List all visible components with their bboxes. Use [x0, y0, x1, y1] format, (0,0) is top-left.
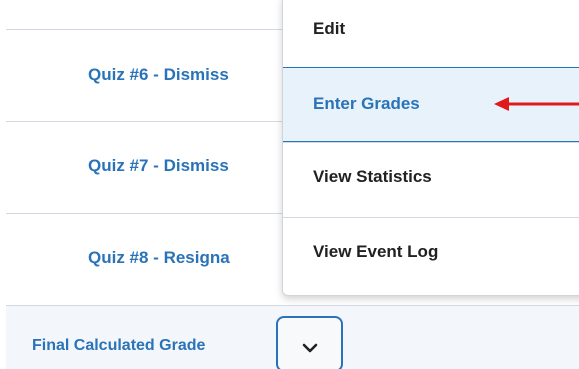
- menu-item-view-event-log[interactable]: View Event Log: [283, 217, 579, 295]
- menu-item-view-statistics[interactable]: View Statistics: [283, 142, 579, 217]
- menu-item-label: View Event Log: [313, 242, 439, 261]
- final-calculated-grade-link[interactable]: Final Calculated Grade: [32, 337, 205, 355]
- menu-item-edit[interactable]: Edit: [283, 0, 579, 67]
- grade-item-screen: Quiz #6 - Dismiss Quiz #7 - Dismiss Quiz…: [0, 0, 579, 369]
- quiz-7-link[interactable]: Quiz #7 - Dismiss: [88, 156, 229, 176]
- annotation-arrow-icon: [494, 97, 579, 111]
- grade-options-menu: Edit Enter Grades View Statistics View E…: [282, 0, 579, 296]
- menu-item-label: View Statistics: [313, 167, 432, 186]
- quiz-8-link[interactable]: Quiz #8 - Resigna: [88, 248, 230, 268]
- grade-options-button[interactable]: [276, 316, 343, 369]
- quiz-6-link[interactable]: Quiz #6 - Dismiss: [88, 65, 229, 85]
- menu-item-label: Edit: [313, 19, 346, 38]
- menu-item-label: Enter Grades: [313, 94, 420, 113]
- chevron-down-icon: [302, 343, 318, 353]
